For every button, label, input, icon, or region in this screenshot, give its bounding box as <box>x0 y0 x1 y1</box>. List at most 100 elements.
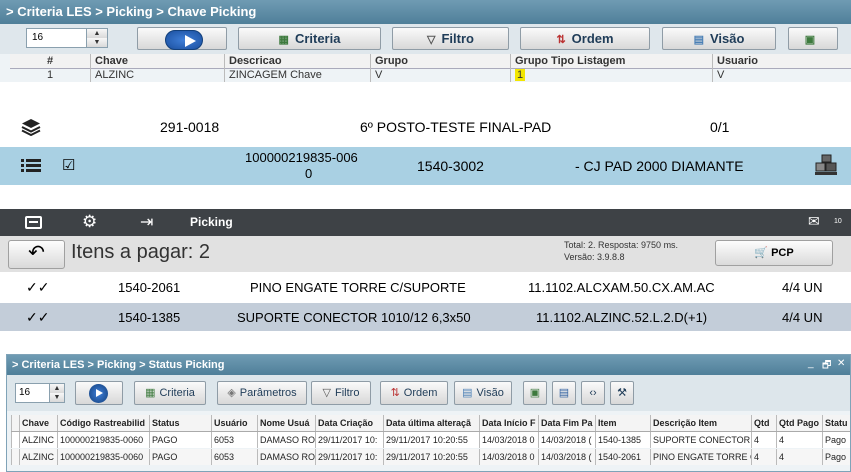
spin-up-icon[interactable]: ▲ <box>86 29 107 38</box>
export-button[interactable]: ▣ <box>523 381 547 405</box>
play-icon <box>165 30 203 50</box>
posto-count: 0/1 <box>710 119 730 135</box>
cell-descricao-item: SUPORTE CONECTOR 1C <box>650 432 751 448</box>
screen-title: Picking <box>190 215 233 229</box>
sort-az-icon: ⇅ <box>390 387 400 399</box>
version-text: Versão: 3.9.8.8 <box>564 252 625 262</box>
list-item[interactable]: 291-0018 6º POSTO-TESTE FINAL-PAD 0/1 <box>0 107 851 147</box>
save-button[interactable]: ▤ <box>552 381 576 405</box>
col-header-descricao[interactable]: Descricao <box>224 54 370 68</box>
criteria-button[interactable]: ▦ Criteria <box>238 27 381 50</box>
tools-button[interactable]: ⚒ <box>610 381 634 405</box>
order-button[interactable]: ⇅ Ordem <box>520 27 650 50</box>
cell-descricao: ZINCAGEM Chave <box>224 68 370 82</box>
item-description: - CJ PAD 2000 DIAMANTE <box>575 158 744 174</box>
table-row[interactable]: 1 ALZINC ZINCAGEM Chave V 1 V <box>10 68 851 82</box>
col-header-grupo-tipo-listagem[interactable]: Grupo Tipo Listagem <box>510 54 712 68</box>
code-button[interactable]: ‹› <box>581 381 605 405</box>
close-icon[interactable]: ✕ <box>837 358 845 369</box>
grid-view-icon: ▤ <box>693 34 704 46</box>
col-header-descricao-item[interactable]: Descrição Item <box>650 415 751 431</box>
cart-icon: 🛒 <box>754 247 768 259</box>
cell-codigo: 100000219835-0060 <box>57 432 149 448</box>
cell-qtd-pago: 4 <box>776 432 822 448</box>
toolbar: 16 ▲ ▼ ▦ Criteria ◈ Parâmetros ▽ Filtro ⇅ Or… <box>7 375 850 411</box>
cell-item: 1540-1385 <box>595 432 650 448</box>
item-description: PINO ENGATE TORRE C/SUPORTE <box>250 280 466 295</box>
cell-grupo: V <box>370 68 510 82</box>
posto-code: 291-0018 <box>160 119 220 135</box>
run-button[interactable] <box>75 381 123 405</box>
list-item[interactable]: ✓✓ 1540-1385 SUPORTE CONECTOR 1010/12 6,… <box>0 303 851 331</box>
notification-count: 10 <box>834 218 842 225</box>
top-navbar: ⚙ ⇥ Picking ✉ 10 <box>0 209 851 236</box>
pcp-button[interactable]: 🛒 PCP <box>715 240 833 266</box>
col-header-data-inicio[interactable]: Data Início F <box>479 415 538 431</box>
col-header-item[interactable]: Item <box>595 415 650 431</box>
cell-chave: ALZINC <box>19 432 57 448</box>
col-header-usuario[interactable]: Usuário <box>211 415 257 431</box>
view-button[interactable]: ▤ Visão <box>454 381 512 405</box>
col-header-grupo[interactable]: Grupo <box>370 54 510 68</box>
notification-icon[interactable]: ✉ <box>808 213 820 230</box>
summary-text: Total: 2. Resposta: 9750 ms. <box>564 240 679 250</box>
check-box-icon[interactable]: ☑ <box>62 156 75 174</box>
menu-icon[interactable] <box>25 216 42 229</box>
col-header-index[interactable]: # <box>10 54 90 68</box>
col-header-codigo[interactable]: Código Rastreabilid <box>57 415 149 431</box>
cell-qtd: 4 <box>751 432 776 448</box>
filter-button[interactable]: ▽ Filtro <box>392 27 509 50</box>
spin-down-icon[interactable]: ▼ <box>86 38 107 47</box>
table-row[interactable]: ALZINC 100000219835-0060 PAGO 6053 DAMAS… <box>11 449 850 465</box>
minimize-icon[interactable]: _ <box>808 358 814 369</box>
col-header-chave[interactable]: Chave <box>90 54 224 68</box>
spin-down-icon[interactable]: ▼ <box>49 393 64 402</box>
col-header-status-pago[interactable]: Statu <box>822 415 850 431</box>
back-button[interactable]: ↶ <box>8 240 65 269</box>
tag-icon: ◈ <box>227 387 236 399</box>
cell-chave: ALZINC <box>19 449 57 465</box>
gear-icon[interactable]: ⚙ <box>82 212 97 232</box>
page-size-value: 16 <box>19 387 31 398</box>
list-icon <box>21 159 41 173</box>
parameters-button[interactable]: ◈ Parâmetros <box>217 381 307 405</box>
list-item[interactable]: ✓✓ 1540-2061 PINO ENGATE TORRE C/SUPORTE… <box>0 272 851 303</box>
logout-icon[interactable]: ⇥ <box>140 212 153 232</box>
play-icon <box>89 384 108 403</box>
col-header-usuario[interactable]: Usuario <box>712 54 851 68</box>
highlighted-value: 1 <box>515 69 526 81</box>
breadcrumb: > Criteria LES > Picking > Chave Picking <box>0 0 851 24</box>
funnel-icon: ▽ <box>427 34 436 46</box>
col-header-data-alteracao[interactable]: Data última alteraçã <box>383 415 479 431</box>
cell-status-pago: Pago <box>822 432 850 448</box>
restore-icon[interactable]: 🗗 <box>822 358 831 375</box>
sort-az-icon: ⇅ <box>556 34 566 46</box>
col-header-chave[interactable]: Chave <box>19 415 57 431</box>
order-button[interactable]: ⇅ Ordem <box>380 381 448 405</box>
posto-list-panel: 291-0018 6º POSTO-TESTE FINAL-PAD 0/1 ☑ … <box>0 107 851 185</box>
cell-descricao-item: PINO ENGATE TORRE C/ <box>650 449 751 465</box>
col-header-status[interactable]: Status <box>149 415 211 431</box>
cell-usuario: 6053 <box>211 432 257 448</box>
run-button[interactable] <box>137 27 227 50</box>
cell-status-pago: Pago <box>822 449 850 465</box>
boxes-icon[interactable] <box>813 153 839 177</box>
col-header-qtd-pago[interactable]: Qtd Pago <box>776 415 822 431</box>
cell-qtd-pago: 4 <box>776 449 822 465</box>
cell-data-fim: 14/03/2018 ( <box>538 449 595 465</box>
col-header-data-fim[interactable]: Data Fim Pa <box>538 415 595 431</box>
spin-up-icon[interactable]: ▲ <box>49 384 64 393</box>
items-heading: Itens a pagar: 2 <box>71 241 210 263</box>
col-header-qtd[interactable]: Qtd <box>751 415 776 431</box>
export-button[interactable]: ▣ <box>788 27 838 50</box>
criteria-icon: ▦ <box>145 387 156 399</box>
col-header-data-criacao[interactable]: Data Criação <box>315 415 383 431</box>
page-size-spinner[interactable]: 16 ▲ ▼ <box>15 383 65 403</box>
filter-button[interactable]: ▽ Filtro <box>311 381 371 405</box>
table-row[interactable]: ALZINC 100000219835-0060 PAGO 6053 DAMAS… <box>11 432 850 448</box>
view-button[interactable]: ▤ Visão <box>662 27 776 50</box>
page-size-spinner[interactable]: 16 ▲ ▼ <box>26 28 108 48</box>
list-item-selected[interactable]: ☑ 100000219835-006 0 1540-3002 - CJ PAD … <box>0 147 851 185</box>
col-header-nome-usuario[interactable]: Nome Usuá <box>257 415 315 431</box>
criteria-button[interactable]: ▦ Criteria <box>134 381 206 405</box>
